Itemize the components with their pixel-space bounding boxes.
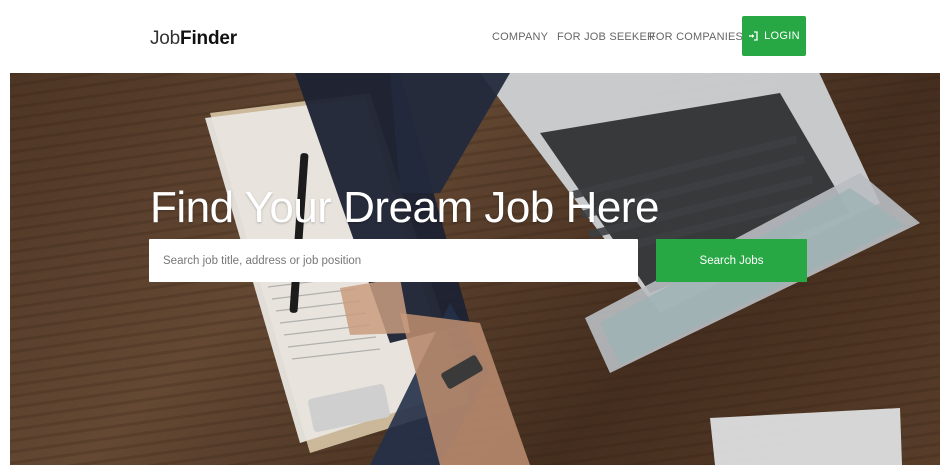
navbar: JobFinder COMPANY FOR JOB SEEKER FOR COM…	[0, 0, 940, 73]
search-jobs-button[interactable]: Search Jobs	[656, 239, 807, 282]
hero-title: Find Your Dream Job Here	[150, 183, 659, 232]
login-button-label: LOGIN	[764, 30, 800, 42]
nav-link-for-companies[interactable]: FOR COMPANIES	[649, 31, 743, 43]
sign-in-icon	[748, 31, 758, 41]
login-button[interactable]: LOGIN	[742, 16, 806, 56]
nav-link-for-job-seeker[interactable]: FOR JOB SEEKER	[557, 31, 655, 43]
nav-link-company[interactable]: COMPANY	[492, 31, 548, 43]
hero-section: Find Your Dream Job Here Search Jobs	[10, 73, 940, 465]
job-search-input[interactable]	[149, 239, 638, 282]
